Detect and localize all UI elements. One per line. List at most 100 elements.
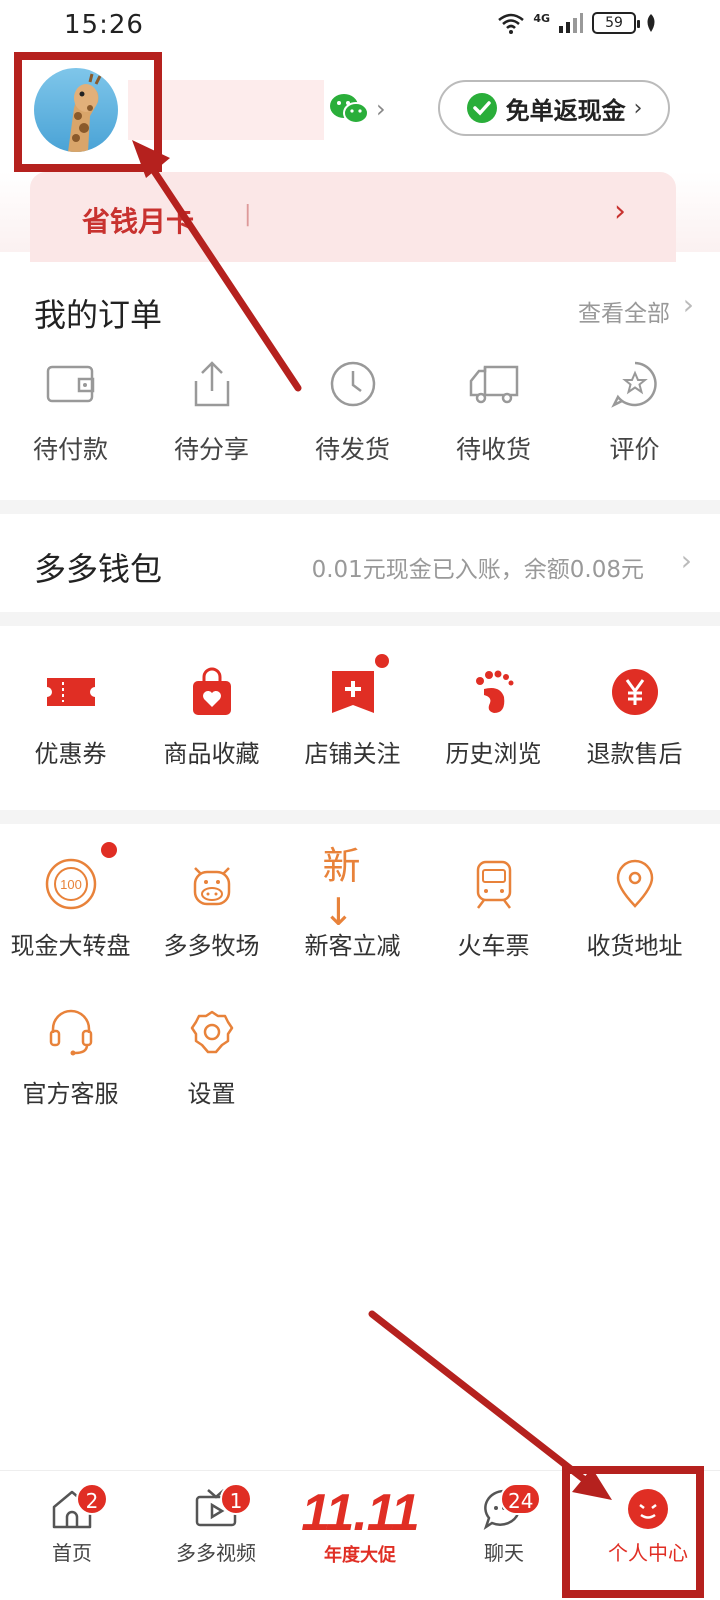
new-customer-shortcut[interactable]: 新↓ 新客立减 xyxy=(282,844,423,961)
section-divider xyxy=(0,500,720,514)
free-order-cashback-button[interactable]: 免单返现金 › xyxy=(438,80,670,136)
wallet-title: 多多钱包 xyxy=(34,550,163,588)
wechat-icon xyxy=(330,94,369,124)
username-redacted xyxy=(128,80,324,140)
orders-title: 我的订单 xyxy=(34,296,163,334)
nav-promo[interactable]: 11.11 年度大促 xyxy=(288,1471,432,1600)
location-icon xyxy=(605,854,665,914)
settings-icon xyxy=(182,1002,242,1062)
chevron-right-icon: › xyxy=(680,544,692,577)
order-status-label: 评价 xyxy=(609,435,660,464)
order-pending-share[interactable]: 待分享 xyxy=(141,354,282,466)
shortcut-section: 优惠券 商品收藏 店铺关注 历史浏览 退款售后 xyxy=(0,628,720,810)
service-label: 官方客服 xyxy=(22,1080,119,1108)
store-follow-icon xyxy=(323,654,389,722)
home-badge: 2 xyxy=(76,1483,108,1515)
nav-home[interactable]: 2 首页 xyxy=(0,1471,144,1600)
cash-wheel-icon: 100 xyxy=(41,842,117,914)
order-review[interactable]: 评价 xyxy=(564,354,705,466)
settings-shortcut[interactable]: 设置 xyxy=(141,1002,282,1109)
order-status-label: 待分享 xyxy=(173,435,249,464)
truck-icon xyxy=(464,354,524,414)
services-row: 官方客服 设置 xyxy=(0,1002,720,1109)
services-section: 100 现金大转盘 多多牧场 新↓ 新客立减 火车票 收货地址 官方客服 设置 xyxy=(0,824,720,1144)
chevron-right-icon: › xyxy=(633,95,643,121)
order-status-label: 待发货 xyxy=(314,435,390,464)
wallet-icon xyxy=(41,354,101,414)
monthly-savings-card[interactable]: 省钱月卡 | › xyxy=(30,172,676,262)
review-icon xyxy=(605,354,665,414)
section-divider xyxy=(0,612,720,626)
view-all-orders-link[interactable]: 查看全部 xyxy=(578,294,670,328)
share-icon xyxy=(182,354,242,414)
notification-dot xyxy=(100,842,117,858)
favorites-shortcut[interactable]: 商品收藏 xyxy=(141,662,282,769)
order-status-label: 待收货 xyxy=(455,435,531,464)
chevron-right-icon: › xyxy=(614,194,626,229)
shortcut-label: 店铺关注 xyxy=(304,740,401,768)
service-label: 收货地址 xyxy=(586,932,683,960)
order-pending-payment[interactable]: 待付款 xyxy=(0,354,141,466)
order-pending-shipment[interactable]: 待发货 xyxy=(282,354,423,466)
history-shortcut[interactable]: 历史浏览 xyxy=(423,662,564,769)
avatar[interactable] xyxy=(34,68,118,152)
battery-indicator: 59 xyxy=(592,12,640,34)
network-type: 4G xyxy=(533,11,550,25)
signal-icon xyxy=(559,13,583,33)
chevron-right-icon: › xyxy=(682,288,694,321)
orders-section: 我的订单 查看全部 › 待付款 待分享 待发货 待收货 评价 xyxy=(0,262,720,500)
service-label: 现金大转盘 xyxy=(10,932,131,960)
coupon-icon xyxy=(41,662,101,722)
order-pending-receipt[interactable]: 待收货 xyxy=(423,354,564,466)
promo-1111-logo: 11.11 xyxy=(301,1484,419,1542)
wallet-balance-info: 0.01元现金已入账，余额0.08元 xyxy=(311,557,644,583)
nav-chat[interactable]: 24 聊天 xyxy=(432,1471,576,1600)
chat-badge: 24 xyxy=(500,1483,542,1515)
clock-icon xyxy=(323,354,383,414)
nav-label: 聊天 xyxy=(484,1541,524,1565)
train-ticket-shortcut[interactable]: 火车票 xyxy=(423,854,564,961)
refund-shortcut[interactable]: 退款售后 xyxy=(564,662,705,769)
nav-profile[interactable]: 个人中心 xyxy=(576,1471,720,1600)
customer-service-shortcut[interactable]: 官方客服 xyxy=(0,1002,141,1109)
refund-icon xyxy=(605,662,665,722)
footprint-icon xyxy=(464,662,524,722)
address-shortcut[interactable]: 收货地址 xyxy=(564,854,705,961)
notification-dot xyxy=(374,654,389,668)
status-icons: 4G 59 xyxy=(497,12,658,34)
coupons-shortcut[interactable]: 优惠券 xyxy=(0,662,141,769)
cashback-check-icon xyxy=(466,93,497,123)
svg-text:100: 100 xyxy=(60,877,82,892)
farm-shortcut[interactable]: 多多牧场 xyxy=(141,854,282,961)
cashback-label: 免单返现金 xyxy=(505,96,626,125)
new-customer-glyph: 新↓ xyxy=(322,843,361,934)
nav-video[interactable]: 1 多多视频 xyxy=(144,1471,288,1600)
status-time: 15:26 xyxy=(64,10,144,40)
cash-wheel-shortcut[interactable]: 100 现金大转盘 xyxy=(0,842,141,961)
wallet-row[interactable]: 多多钱包 0.01元现金已入账，余额0.08元 › xyxy=(0,516,720,612)
leaf-icon xyxy=(647,14,655,32)
nav-label: 多多视频 xyxy=(176,1541,256,1565)
shortcut-label: 退款售后 xyxy=(586,740,683,768)
shortcut-label: 历史浏览 xyxy=(445,740,542,768)
cow-icon xyxy=(182,854,242,914)
shortcut-label: 优惠券 xyxy=(34,740,107,768)
monthly-card-separator: | xyxy=(244,202,252,227)
wechat-link[interactable]: › xyxy=(328,92,386,126)
order-status-row: 待付款 待分享 待发货 待收货 评价 xyxy=(0,354,720,466)
status-bar: 15:26 4G 59 xyxy=(0,0,720,52)
shortcut-row: 优惠券 商品收藏 店铺关注 历史浏览 退款售后 xyxy=(0,654,720,769)
nav-label: 年度大促 xyxy=(324,1545,396,1566)
nav-label: 首页 xyxy=(52,1541,92,1565)
headset-icon xyxy=(41,1002,101,1062)
bottom-navigation: 2 首页 1 多多视频 11.11 年度大促 24 聊天 个人中心 xyxy=(0,1470,720,1600)
section-divider xyxy=(0,810,720,824)
service-label: 火车票 xyxy=(457,932,530,960)
profile-face-icon xyxy=(628,1489,668,1529)
store-follow-shortcut[interactable]: 店铺关注 xyxy=(282,654,423,769)
new-customer-icon: 新↓ xyxy=(323,844,383,934)
profile-tab-arrow xyxy=(368,1310,594,1488)
favorite-bag-icon xyxy=(182,662,242,722)
service-label: 设置 xyxy=(187,1080,236,1108)
nav-label: 个人中心 xyxy=(608,1541,688,1565)
